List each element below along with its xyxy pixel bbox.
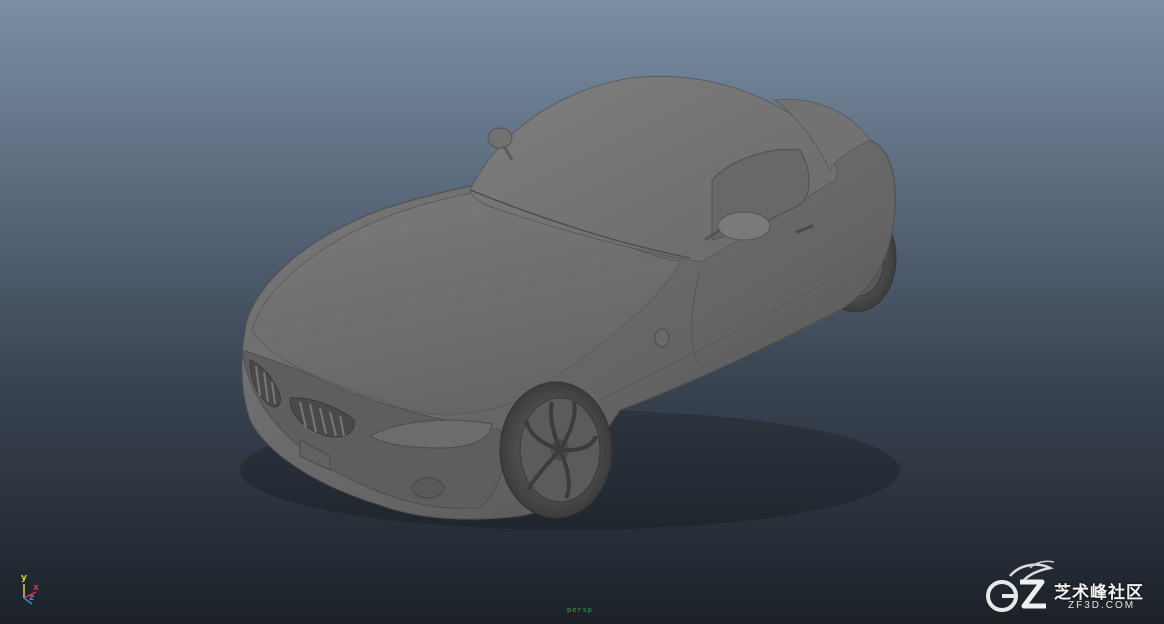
axis-z-label: z — [29, 593, 35, 603]
front-wheel — [499, 381, 613, 519]
maya-viewport[interactable]: y x z persp 芝术峰社区 ZF3D.COM — [0, 0, 1164, 624]
watermark-domain: ZF3D.COM — [1068, 600, 1136, 611]
axis-y-label: y — [21, 573, 27, 583]
fog-light — [411, 477, 445, 499]
zf3d-watermark: 芝术峰社区 ZF3D.COM — [980, 560, 1160, 620]
car-model-render[interactable] — [0, 0, 1164, 624]
camera-name-label: persp — [566, 606, 594, 614]
axis-gizmo: y x z — [16, 572, 46, 606]
fender-badge — [654, 328, 670, 348]
axis-x-label: x — [33, 583, 39, 593]
zf3d-logo-icon — [986, 560, 1055, 612]
